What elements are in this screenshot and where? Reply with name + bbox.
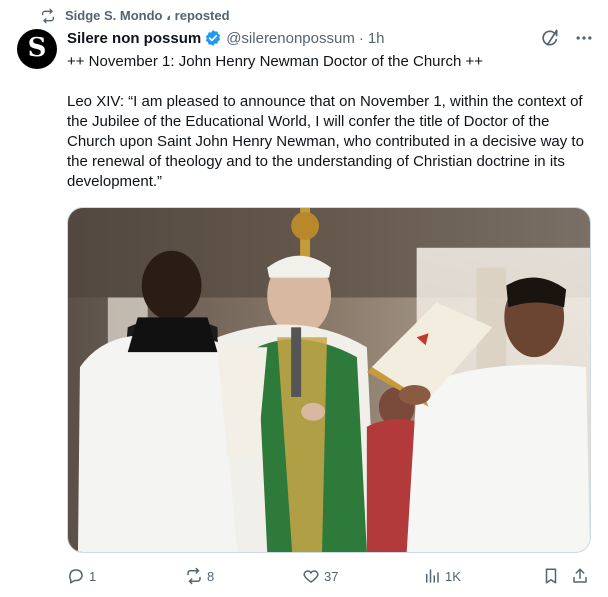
grok-icon[interactable] [540,28,560,48]
reply-button[interactable]: 1 [67,564,96,588]
like-button[interactable]: 37 [302,564,338,588]
tweet-actions: 1 8 37 1K [67,564,597,588]
repost-button[interactable]: 8 [185,564,214,588]
tweet-line-quote: Leo XIV: “I am pleased to announce that … [67,93,584,190]
reply-icon [69,569,83,584]
more-options-icon[interactable] [574,28,594,48]
avatar[interactable]: S [17,29,57,69]
tweet-top-actions [540,28,594,48]
repost-count: 8 [207,568,215,584]
tweet-text: ++ November 1: John Henry Newman Doctor … [67,52,597,192]
verified-badge-icon [206,30,221,46]
heart-icon [303,570,319,583]
separator-dot: · [358,29,364,47]
repost-icon [187,567,201,585]
avatar-letter: S [27,33,47,63]
author-name[interactable]: Silere non possum [67,30,201,47]
photo-illustration [68,208,590,552]
repost-icon [42,8,54,24]
share-icon [573,568,587,583]
views-count: 1K [445,568,461,584]
views-icon [426,569,439,583]
reply-count: 1 [89,568,97,584]
author-handle[interactable]: @silerenonpossum [226,30,355,47]
like-count: 37 [324,568,339,584]
views-button[interactable]: 1K [423,564,461,588]
tweet-line-headline: ++ November 1: John Henry Newman Doctor … [67,53,484,70]
tweet-photo[interactable] [67,207,591,553]
bookmark-button[interactable] [542,564,564,588]
bookmark-icon [545,568,557,584]
timestamp[interactable]: 1h [368,30,385,47]
repost-indicator[interactable]: Sidge S. Mondo ، reposted [40,6,230,26]
tweet-header: Silere non possum @silerenonpossum · 1h [67,28,385,48]
share-button[interactable] [571,564,593,588]
repost-label: Sidge S. Mondo ، reposted [65,8,230,23]
